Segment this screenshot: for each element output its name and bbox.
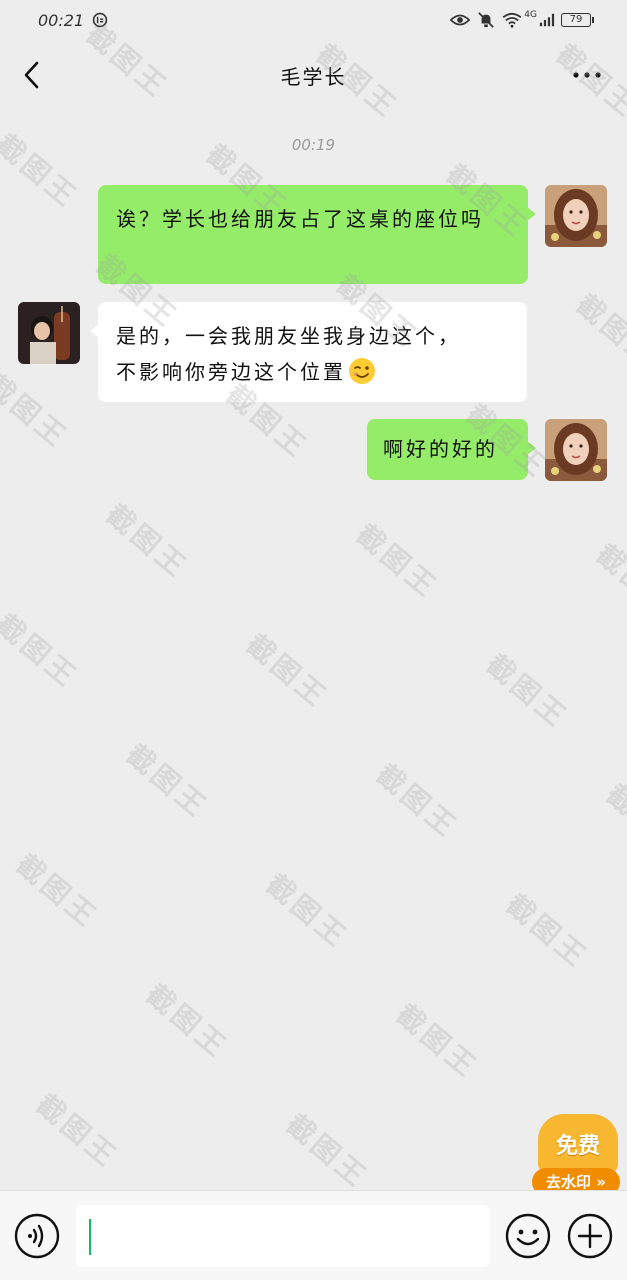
boy-portrait-icon	[18, 302, 80, 364]
chevron-left-icon	[24, 61, 39, 89]
status-right: 4G 79	[450, 10, 594, 28]
more-dots-icon	[573, 72, 601, 78]
network-label: 4G	[524, 10, 537, 20]
message-text: 诶？学长也给朋友占了这桌的座位吗	[116, 207, 484, 231]
message-bubble-outgoing[interactable]: 诶？学长也给朋友占了这桌的座位吗	[98, 185, 536, 284]
message-input[interactable]	[76, 1205, 490, 1267]
message-text-line-1: 是的，一会我朋友坐我身边这个，	[116, 324, 461, 348]
message-text: 啊好的好的	[383, 437, 498, 461]
message-list[interactable]: 00:19 诶？学长也给朋友占了这桌的座位吗 是的，一会我朋友坐我身边这个， 不…	[0, 110, 627, 1190]
message-timestamp: 00:19	[291, 136, 336, 154]
my-avatar[interactable]	[545, 419, 607, 481]
mute-bell-icon	[478, 12, 495, 28]
chat-header: 毛学长	[0, 40, 627, 110]
remove-watermark-promo[interactable]: 免费 去水印 »	[530, 1108, 622, 1198]
my-avatar[interactable]	[545, 185, 607, 247]
eye-icon	[450, 14, 471, 26]
plus-icon[interactable]	[567, 1213, 613, 1259]
girl-portrait-icon	[545, 185, 607, 247]
emoji-icon[interactable]	[505, 1213, 551, 1259]
input-bar	[0, 1190, 627, 1280]
promo-free-label: 免费	[538, 1114, 618, 1174]
voice-input-icon[interactable]	[14, 1213, 60, 1259]
contact-avatar[interactable]	[18, 302, 80, 364]
chat-title: 毛学长	[280, 64, 347, 89]
message-text-line-2: 不影响你旁边这个位置	[116, 360, 346, 384]
back-button[interactable]	[14, 58, 48, 92]
status-left: 00:21	[38, 11, 110, 30]
status-bar: 00:21 4G 79	[0, 0, 627, 40]
speed-icon	[92, 12, 108, 28]
battery-indicator: 79	[561, 13, 594, 27]
wifi-icon	[502, 12, 522, 28]
more-options-button[interactable]	[567, 60, 607, 90]
text-caret	[89, 1219, 91, 1255]
girl-portrait-icon	[545, 419, 607, 481]
status-time: 00:21	[38, 10, 85, 30]
message-bubble-incoming[interactable]: 是的，一会我朋友坐我身边这个， 不影响你旁边这个位置	[90, 302, 527, 402]
message-text-line-2-container: 不影响你旁边这个位置	[116, 354, 509, 390]
signal-icon	[539, 13, 555, 27]
message-bubble-outgoing[interactable]: 啊好的好的	[367, 419, 536, 480]
wink-face-icon	[349, 358, 375, 384]
